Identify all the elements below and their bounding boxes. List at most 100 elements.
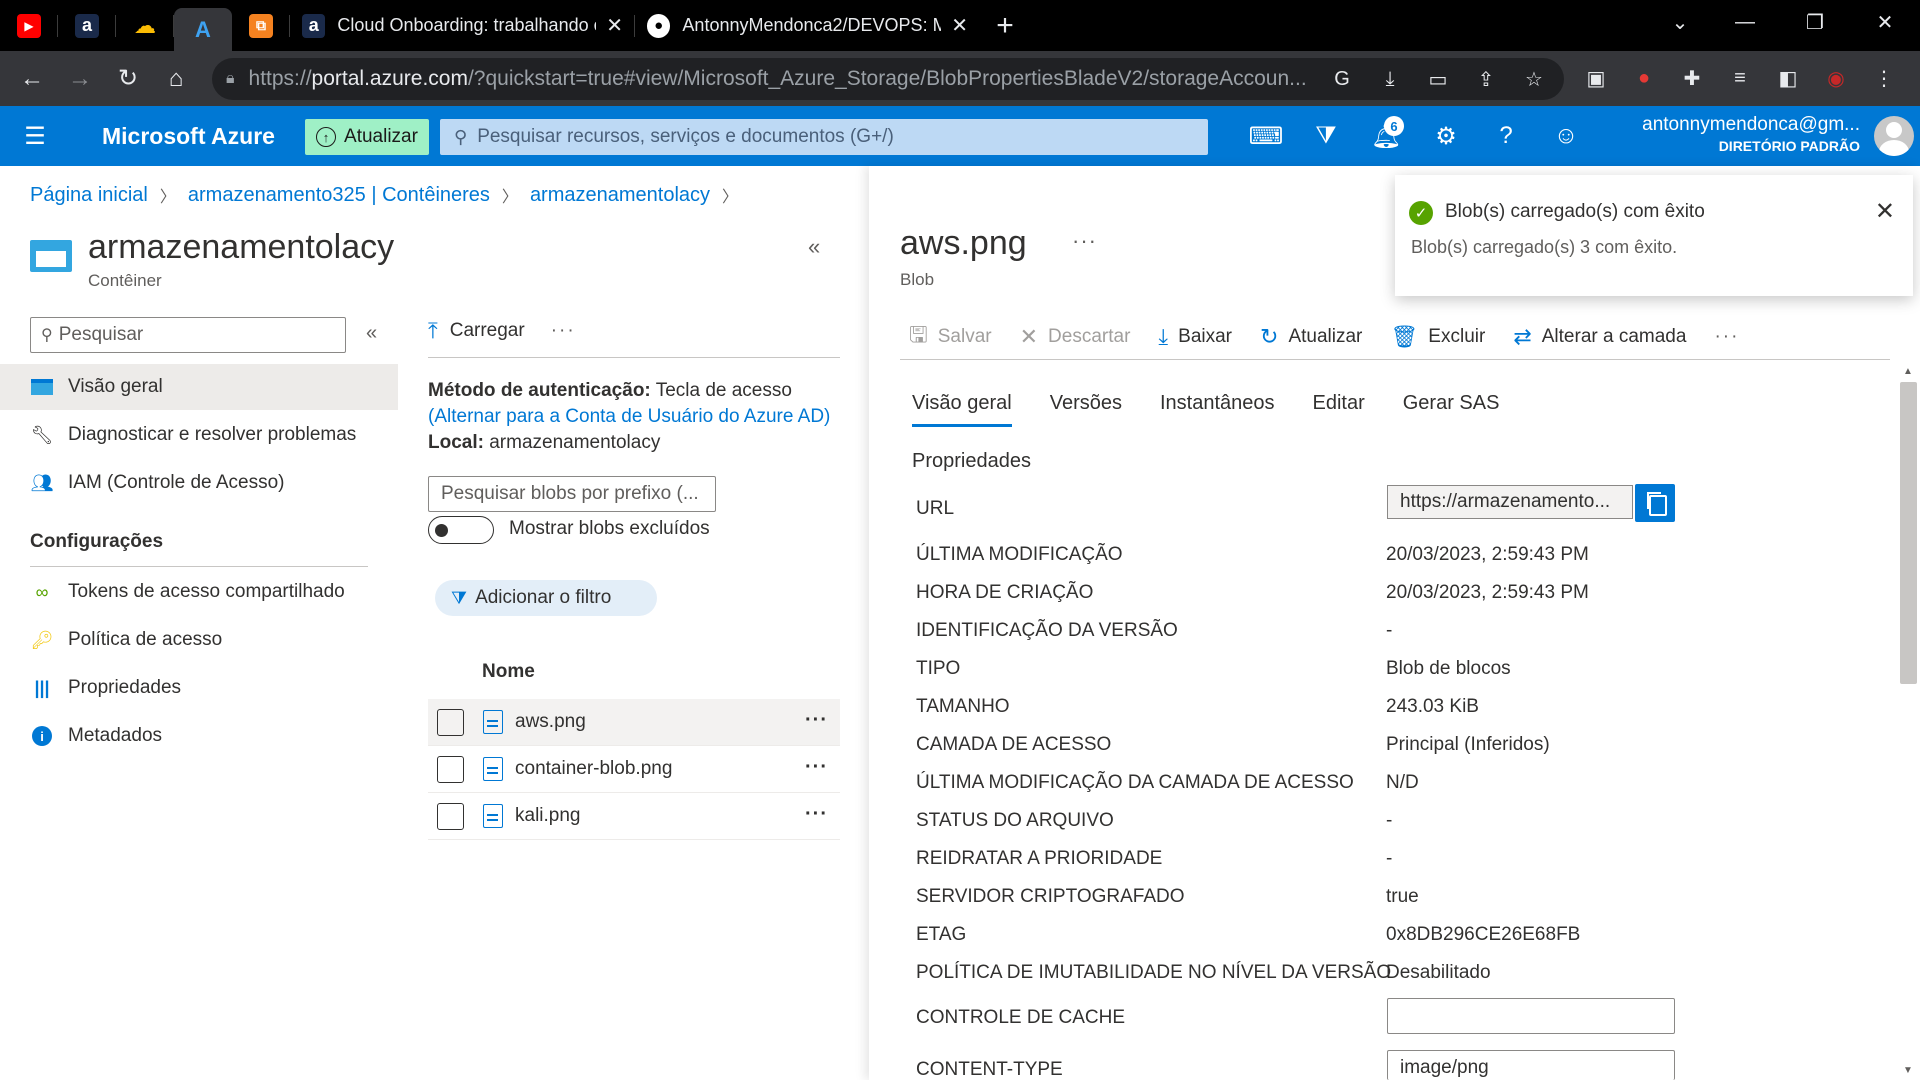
extensions-puzzle-icon[interactable]: ✚: [1668, 66, 1716, 91]
cache-control-input[interactable]: [1387, 998, 1675, 1034]
tab-github[interactable]: ● AntonnyMendonca2/DEVOPS: M ✕: [635, 0, 980, 51]
tab-generate-sas[interactable]: Gerar SAS: [1403, 392, 1500, 423]
install-icon[interactable]: ⤓: [1366, 68, 1414, 91]
switch-auth-link[interactable]: (Alternar para a Conta de Usuário do Azu…: [428, 404, 830, 430]
table-row[interactable]: aws.png ···: [428, 699, 840, 746]
row-checkbox[interactable]: [437, 755, 464, 783]
scroll-down-icon[interactable]: ▼: [1903, 1065, 1913, 1076]
url-field[interactable]: https://armazenamento...: [1387, 485, 1633, 519]
bookmark-star-icon[interactable]: ☆: [1510, 67, 1558, 92]
collapse-nav-icon[interactable]: «: [366, 322, 377, 345]
global-search-input[interactable]: ⚲ Pesquisar recursos, serviços e documen…: [440, 119, 1208, 155]
brand-title[interactable]: Microsoft Azure: [102, 123, 322, 150]
omnibox[interactable]: 🔒︎ https://portal.azure.com/?quickstart=…: [212, 58, 1564, 100]
new-tab-button[interactable]: +: [980, 0, 1030, 51]
scroll-up-icon[interactable]: ▲: [1903, 366, 1913, 377]
help-icon[interactable]: ?: [1476, 106, 1536, 166]
nav-item-label: Propriedades: [68, 677, 182, 698]
home-icon[interactable]: ⌂: [152, 55, 200, 103]
table-row[interactable]: container-blob.png ···: [428, 746, 840, 793]
tab-cloud-onboarding[interactable]: a Cloud Onboarding: trabalhando c ✕: [290, 0, 635, 51]
nav-item-access-policy[interactable]: 🔑︎ Política de acesso: [0, 617, 398, 663]
account-menu[interactable]: antonnymendonca@gm... DIRETÓRIO PADRÃO: [1642, 114, 1860, 154]
content-type-input[interactable]: image/png: [1387, 1050, 1675, 1080]
upgrade-button[interactable]: ↑ Atualizar: [305, 119, 429, 155]
settings-gear-icon[interactable]: ⚙: [1416, 106, 1476, 166]
save-button[interactable]: 🖫︎ Salvar: [909, 318, 992, 356]
blob-name-link[interactable]: kali.png: [515, 805, 581, 827]
avatar[interactable]: [1874, 116, 1914, 156]
scrollbar-thumb[interactable]: [1900, 382, 1917, 684]
url-text[interactable]: https://portal.azure.com/?quickstart=tru…: [249, 67, 1339, 91]
delete-button[interactable]: 🗑︎ Excluir: [1390, 324, 1485, 350]
tab-snapshots[interactable]: Instantâneos: [1160, 392, 1275, 423]
blob-name-link[interactable]: container-blob.png: [515, 758, 672, 780]
breadcrumb-containers[interactable]: armazenamento325 | Contêineres: [188, 184, 490, 207]
more-actions-icon[interactable]: ···: [551, 320, 576, 342]
discard-button[interactable]: ✕ Descartar: [1020, 324, 1131, 350]
notifications-bell-icon[interactable]: 🔔︎ 6: [1356, 106, 1416, 166]
tab-search-icon[interactable]: ⌄: [1645, 0, 1715, 44]
breadcrumb-home[interactable]: Página inicial: [30, 184, 148, 207]
show-deleted-toggle[interactable]: [428, 516, 494, 544]
change-tier-button[interactable]: ⇄ Alterar a camada: [1513, 324, 1686, 350]
share-icon[interactable]: ⇪: [1462, 67, 1510, 92]
tab-orange-app[interactable]: ⧉: [232, 0, 290, 51]
column-header-name[interactable]: Nome: [482, 661, 535, 683]
sidepanel-icon[interactable]: ◧: [1764, 66, 1812, 91]
nav-item-sas-tokens[interactable]: ∞ Tokens de acesso compartilhado: [0, 569, 398, 615]
google-icon[interactable]: G: [1318, 68, 1366, 91]
nav-item-diagnose[interactable]: 🔧︎ Diagnosticar e resolver problemas: [0, 412, 398, 458]
nav-item-properties[interactable]: ||| Propriedades: [0, 665, 398, 711]
row-more-icon[interactable]: ···: [805, 709, 828, 732]
table-row[interactable]: kali.png ···: [428, 793, 840, 840]
row-checkbox[interactable]: [437, 802, 464, 830]
add-filter-button[interactable]: ⧩ Adicionar o filtro: [435, 580, 657, 616]
profile-icon[interactable]: ◉: [1812, 66, 1860, 91]
nav-item-metadata[interactable]: i Metadados: [0, 713, 398, 759]
directory-filter-icon[interactable]: ⧩: [1296, 106, 1356, 166]
tab-app-a[interactable]: a: [58, 0, 116, 51]
feedback-icon[interactable]: ☺: [1536, 106, 1596, 166]
close-icon[interactable]: ✕: [951, 13, 968, 38]
nav-search-input[interactable]: ⚲ Pesquisar: [30, 317, 346, 353]
close-window-button[interactable]: ✕: [1850, 0, 1920, 44]
scrollbar[interactable]: ▲ ▼: [1897, 362, 1920, 1080]
breadcrumb-container[interactable]: armazenamentolacy: [530, 184, 710, 207]
hamburger-menu-icon[interactable]: ☰: [0, 106, 70, 166]
restore-button[interactable]: ❐: [1780, 0, 1850, 44]
upload-button[interactable]: Carregar: [450, 320, 525, 342]
reload-icon[interactable]: ↻: [104, 55, 152, 103]
reader-icon[interactable]: ▭: [1414, 67, 1462, 92]
copy-url-button[interactable]: [1635, 484, 1675, 522]
tab-versions[interactable]: Versões: [1050, 392, 1122, 423]
tab-edit[interactable]: Editar: [1313, 392, 1365, 423]
menu-kebab-icon[interactable]: ⋮: [1860, 66, 1908, 91]
collapse-panel-icon[interactable]: «: [808, 234, 820, 260]
blob-more-icon[interactable]: ···: [1072, 228, 1097, 254]
close-icon[interactable]: ✕: [606, 13, 623, 38]
media-icon[interactable]: ≡: [1716, 67, 1764, 90]
tab-overview[interactable]: Visão geral: [912, 392, 1012, 427]
tab-google-cloud[interactable]: ☁: [116, 0, 174, 51]
tab-youtube[interactable]: ▶: [0, 0, 58, 51]
nav-item-iam[interactable]: 👥︎ IAM (Controle de Acesso): [0, 460, 398, 506]
prefix-search-input[interactable]: Pesquisar blobs por prefixo (...: [428, 476, 716, 512]
cloud-shell-icon[interactable]: ⌨: [1236, 106, 1296, 166]
tab-azure-active[interactable]: A: [174, 8, 232, 51]
property-label: TIPO: [916, 658, 961, 679]
minimize-button[interactable]: —: [1710, 0, 1780, 44]
row-more-icon[interactable]: ···: [805, 756, 828, 779]
row-checkbox[interactable]: [437, 708, 464, 736]
close-icon[interactable]: ✕: [1875, 197, 1895, 226]
refresh-button[interactable]: ↻ Atualizar: [1260, 324, 1362, 350]
back-icon[interactable]: ←: [8, 55, 56, 103]
more-actions-icon[interactable]: ···: [1714, 326, 1739, 348]
extension-red-icon[interactable]: ●: [1620, 67, 1668, 90]
extension-screen-icon[interactable]: ▣: [1572, 66, 1620, 91]
forward-icon[interactable]: →: [56, 55, 104, 103]
row-more-icon[interactable]: ···: [805, 803, 828, 826]
nav-item-overview[interactable]: Visão geral: [0, 364, 398, 410]
download-button[interactable]: ⤓ Baixar: [1158, 324, 1232, 350]
blob-name-link[interactable]: aws.png: [515, 711, 586, 733]
